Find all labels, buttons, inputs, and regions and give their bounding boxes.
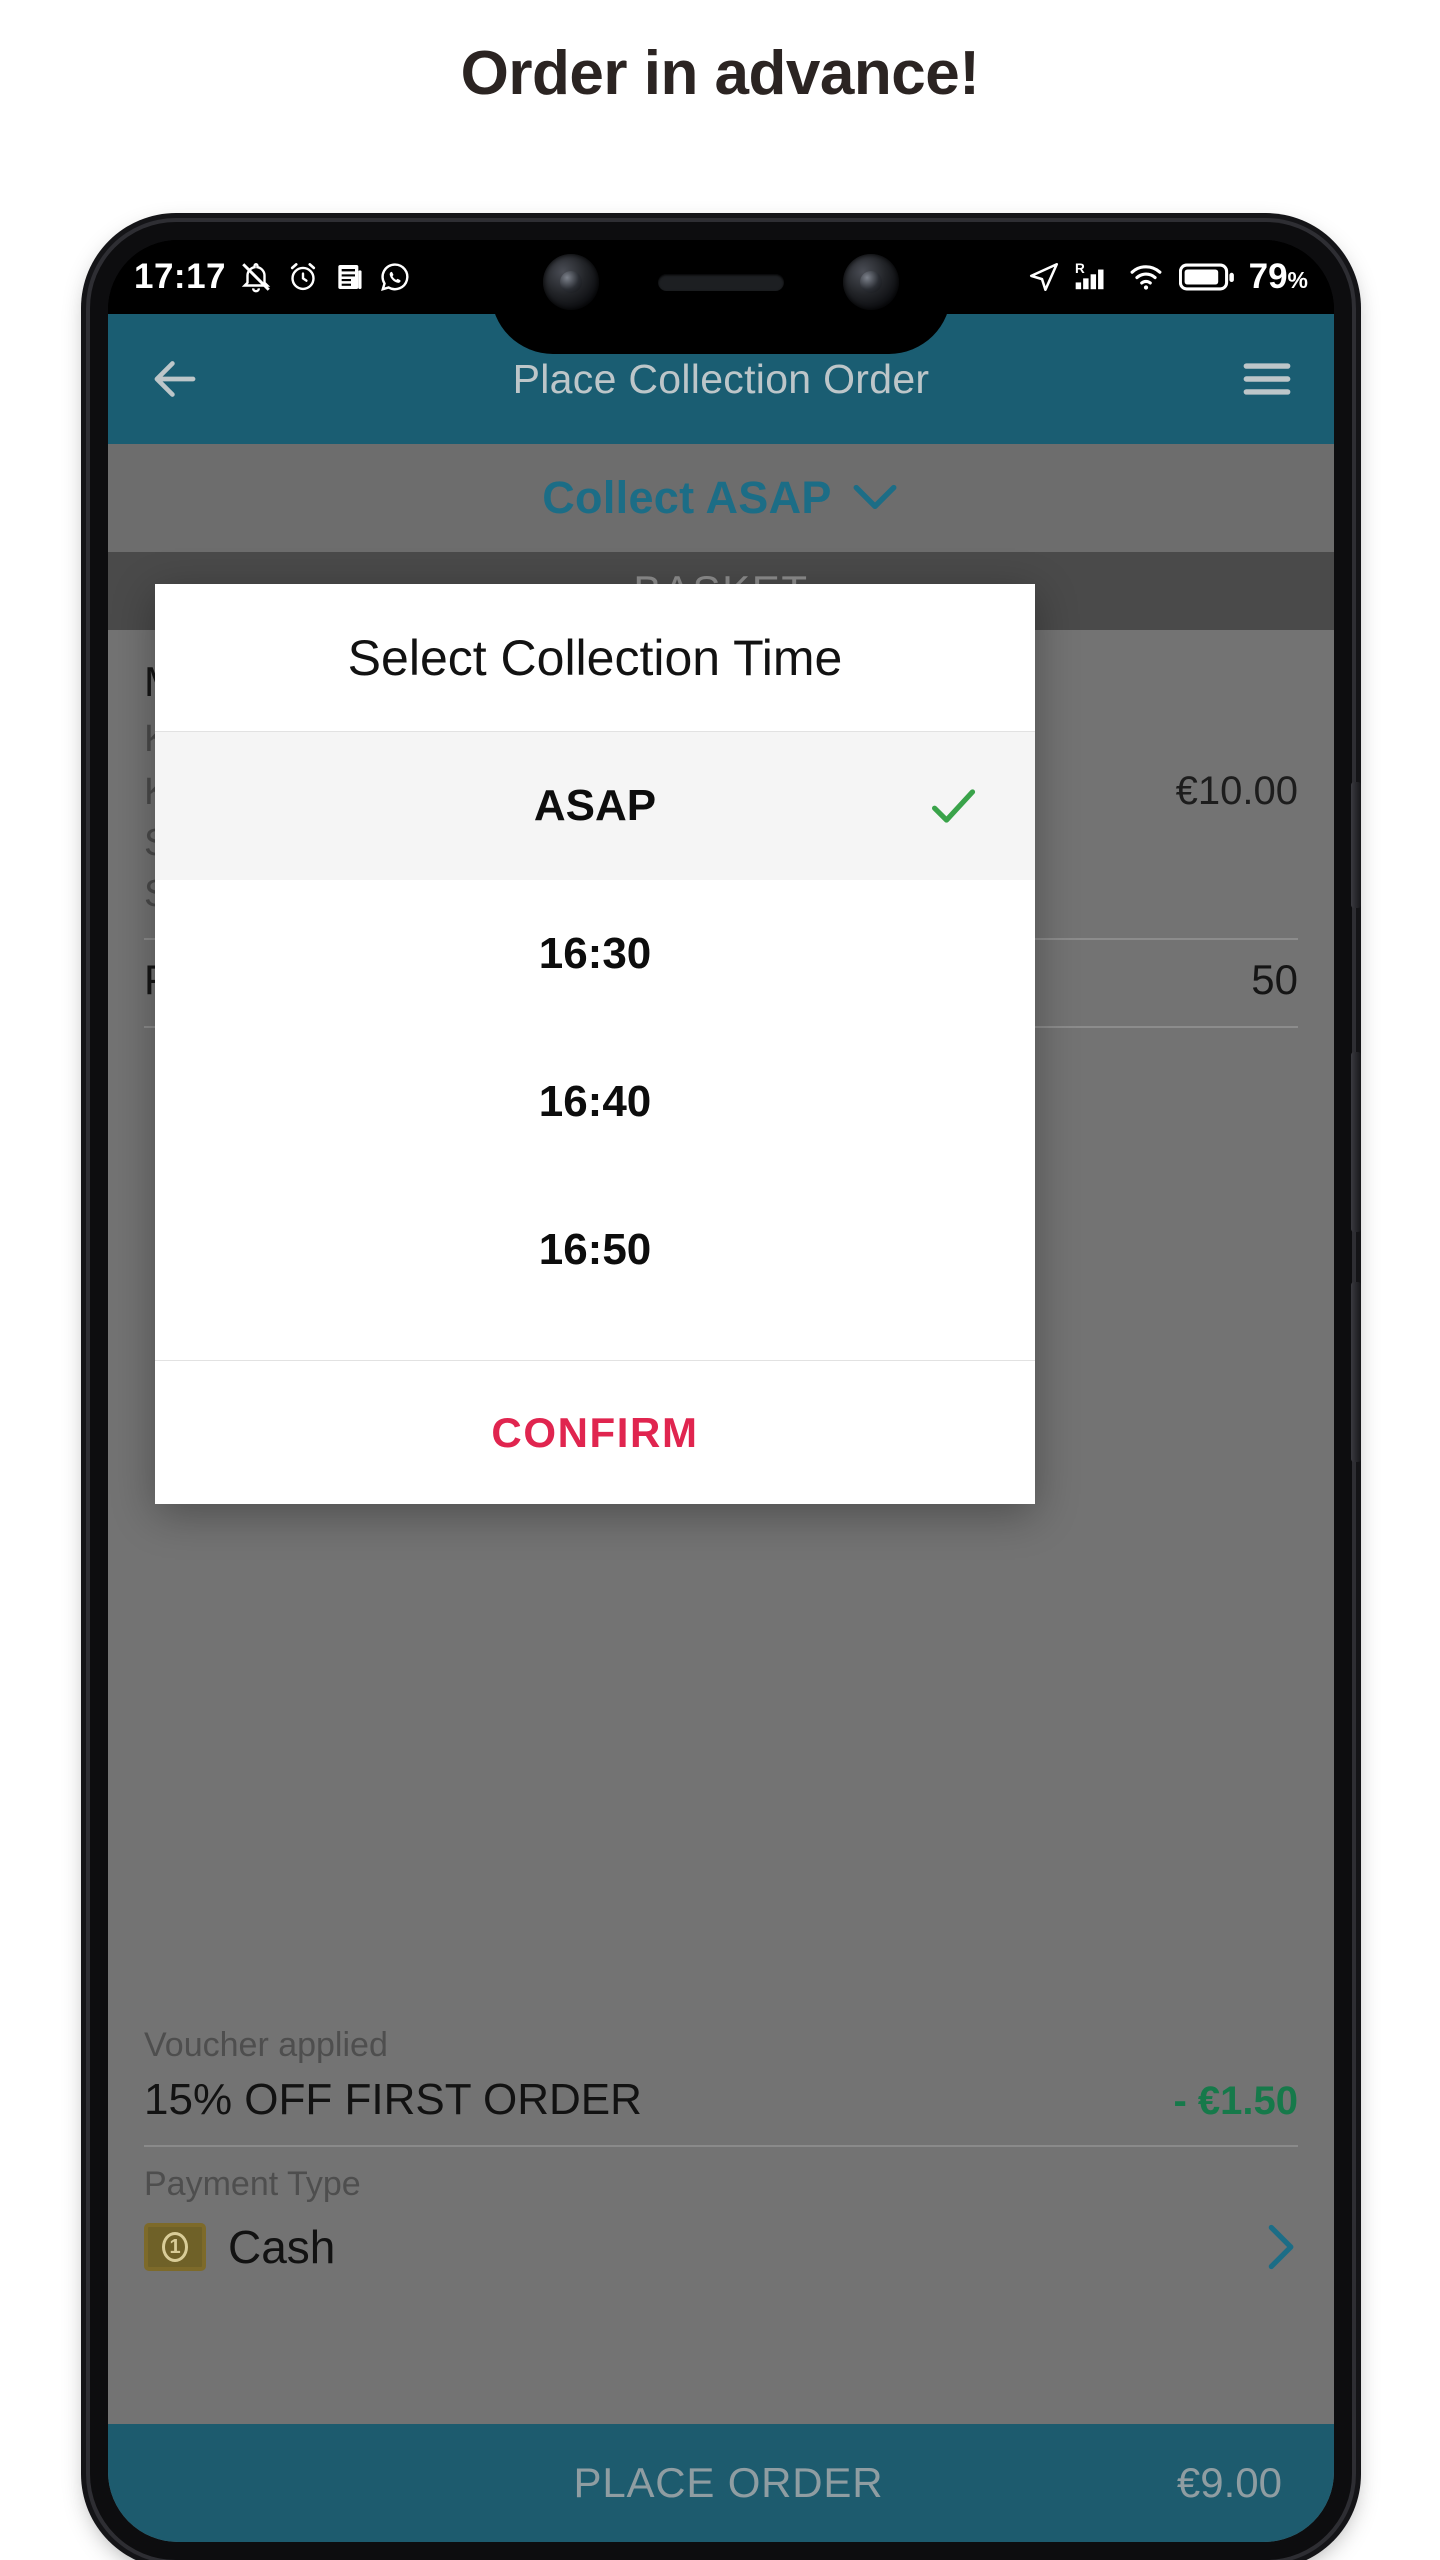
chevron-down-icon [853,484,897,510]
voucher-code: 15% OFF FIRST ORDER [144,2075,642,2124]
select-collection-time-dialog: Select Collection Time ASAP 16:30 16:40 [155,584,1035,1504]
alarm-clock-icon [290,263,316,291]
status-bar-right: R 79% [1027,257,1308,297]
place-order-total: €9.00 [1176,2459,1282,2506]
confirm-button[interactable]: CONFIRM [491,1409,698,1457]
dialog-footer: CONFIRM [155,1360,1035,1504]
battery-icon [1178,263,1234,291]
status-bar-left: 17:17 [134,257,412,297]
page-header-title: Place Collection Order [512,355,930,402]
chevron-right-icon[interactable] [1262,2221,1298,2273]
voucher-applied-label: Voucher applied [144,2026,388,2064]
location-arrow-icon [1029,262,1058,292]
volume-up-button[interactable] [1351,1052,1361,1232]
collection-time-option-list: ASAP 16:30 16:40 16:50 [155,732,1035,1360]
status-clock: 17:17 [134,257,227,296]
voucher-row[interactable]: 15% OFF FIRST ORDER - €1.50 [144,2075,1298,2125]
camera-notch [491,240,951,354]
option-label: 16:40 [538,1077,652,1126]
collection-time-option-1640[interactable]: 16:40 [155,1028,1035,1176]
voucher-and-payment: Voucher applied 15% OFF FIRST ORDER - €1… [108,2026,1334,2274]
phone-frame: 17:17 R 79% Place Collection Order Colle… [90,222,1361,2560]
power-button[interactable] [1351,782,1361,908]
option-label: ASAP [533,781,657,830]
option-label: 16:30 [538,929,652,978]
payment-method-row[interactable]: 1 Cash [144,2220,1298,2274]
place-order-button[interactable]: PLACE ORDER €9.00 [108,2424,1334,2542]
collection-time-option-1650[interactable]: 16:50 [155,1176,1035,1324]
payment-method-name: Cash [228,2221,336,2273]
phone-screen-bezel: 17:17 R 79% Place Collection Order Colle… [108,240,1334,2542]
basket-line-price: €10.00 [1175,769,1298,813]
check-icon [931,789,976,823]
arrow-left-icon[interactable] [144,348,206,410]
svg-text:R: R [1075,261,1085,276]
collection-time-option-asap[interactable]: ASAP [155,732,1035,880]
news-document-icon [338,265,362,289]
battery-percent: 79% [1248,257,1308,296]
collect-time-selector[interactable]: Collect ASAP [108,444,1334,552]
basket-total-price: 50 [1251,956,1298,1003]
place-order-label: PLACE ORDER [573,2459,884,2506]
earpiece-speaker [658,274,784,291]
secondary-camera-icon [843,254,899,310]
dialog-title: Select Collection Time [155,584,1035,732]
collect-time-label: Collect ASAP [542,472,832,523]
whatsapp-icon [381,263,409,291]
hamburger-menu-icon[interactable] [1236,348,1298,410]
divider [144,2145,1298,2147]
option-label: 16:50 [538,1225,652,1274]
bell-off-icon [241,263,271,293]
volume-down-button[interactable] [1351,1282,1361,1462]
wifi-icon [1130,265,1162,290]
banknote-coin-glyph: 1 [162,2232,188,2262]
collection-time-option-1630[interactable]: 16:30 [155,880,1035,1028]
voucher-discount-amount: - €1.50 [1173,2079,1298,2123]
app-screen: 17:17 R 79% Place Collection Order Colle… [108,240,1334,2542]
banknote-icon: 1 [144,2223,206,2271]
payment-type-label: Payment Type [144,2165,361,2203]
front-camera-icon [543,254,599,310]
roaming-signal-icon: R [1075,261,1104,290]
page-title: Order in advance! [460,39,980,108]
